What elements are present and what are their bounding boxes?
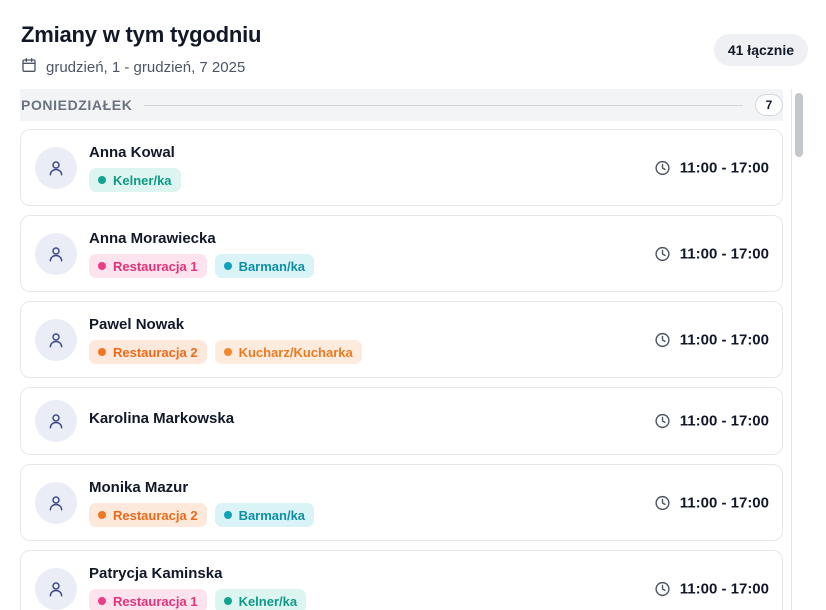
shift-time-text: 11:00 - 17:00 <box>679 412 769 430</box>
calendar-icon <box>21 57 37 77</box>
tag-badge: Kelner/ka <box>89 168 181 192</box>
tag-label: Barman/ka <box>238 507 306 523</box>
shift-time: 11:00 - 17:00 <box>654 245 769 262</box>
tag-label: Kelner/ka <box>113 172 172 188</box>
tag-label: Kelner/ka <box>238 593 298 609</box>
day-count-badge: 7 <box>755 94 783 116</box>
total-count-badge: 41 łącznie <box>713 34 808 66</box>
avatar <box>35 318 77 361</box>
user-icon <box>47 159 65 177</box>
shift-time: 11:00 - 17:00 <box>654 580 769 597</box>
user-icon <box>47 412 65 430</box>
tag-dot <box>223 597 232 605</box>
clock-icon <box>654 580 671 597</box>
user-icon <box>47 331 65 349</box>
shift-card[interactable]: Karolina Markowska 11:00 - 17:00 <box>20 387 783 455</box>
scroll-thumb[interactable] <box>795 93 803 157</box>
clock-icon <box>654 413 671 430</box>
shift-time-text: 11:00 - 17:00 <box>679 331 769 348</box>
tag-list: Restauracja 1 Kelner/ka <box>89 589 307 610</box>
tag-badge: Barman/ka <box>214 254 315 278</box>
avatar <box>35 481 77 524</box>
tag-list: Restauracja 2 Barman/ka <box>89 503 315 527</box>
tag-label: Restauracja 2 <box>113 507 198 523</box>
tag-dot <box>98 348 106 356</box>
tag-dot <box>98 262 106 270</box>
day-section-header[interactable]: PONIEDZIAŁEK 7 <box>20 89 783 121</box>
tag-badge: Kelner/ka <box>214 589 307 610</box>
shift-time-text: 11:00 - 17:00 <box>679 494 769 511</box>
tag-badge: Kucharz/Kucharka <box>214 340 362 364</box>
shift-time: 11:00 - 17:00 <box>654 494 769 511</box>
shift-time-text: 11:00 - 17:00 <box>679 580 769 597</box>
shift-card[interactable]: Patrycja Kaminska Restauracja 1 Kelner/ka 1… <box>20 550 783 610</box>
page-title: Zmiany w tym tygodniu <box>21 22 262 47</box>
tag-dot <box>223 511 232 519</box>
tag-list: Restauracja 2 Kucharz/Kucharka <box>89 340 362 364</box>
tag-dot <box>223 262 232 270</box>
clock-icon <box>654 331 671 348</box>
tag-list: Restauracja 1 Barman/ka <box>89 254 315 278</box>
employee-name: Monika Mazur <box>89 479 189 496</box>
tag-label: Restauracja 2 <box>113 344 198 360</box>
avatar <box>35 567 77 610</box>
tag-label: Kucharz/Kucharka <box>238 344 353 360</box>
shift-card[interactable]: Anna Morawiecka Restauracja 1 Barman/ka 11:… <box>20 215 783 292</box>
shift-time-text: 11:00 - 17:00 <box>679 159 769 176</box>
tag-dot <box>98 511 106 519</box>
employee-name: Anna Morawiecka <box>89 230 216 247</box>
clock-icon <box>654 159 671 176</box>
shift-time: 11:00 - 17:00 <box>654 331 769 348</box>
day-label: PONIEDZIAŁEK <box>21 97 133 113</box>
date-range: grudzień, 1 - grudzień, 7 2025 <box>21 57 245 77</box>
scrollbar[interactable] <box>791 89 807 610</box>
shift-card[interactable]: Pawel Nowak Restauracja 2 Kucharz/Kucharka… <box>20 301 783 378</box>
employee-name: Patrycja Kaminska <box>89 565 223 582</box>
shift-card[interactable]: Monika Mazur Restauracja 2 Barman/ka 11:00 … <box>20 464 783 541</box>
tag-label: Restauracja 1 <box>113 258 198 274</box>
tag-list: Kelner/ka <box>89 168 181 192</box>
shift-time-text: 11:00 - 17:00 <box>679 245 769 262</box>
avatar <box>35 232 77 275</box>
shift-card[interactable]: Anna Kowal Kelner/ka 11:00 - 17:00 <box>20 129 783 206</box>
shift-time: 11:00 - 17:00 <box>654 413 769 430</box>
scroll-track[interactable] <box>791 89 807 610</box>
tag-badge: Restauracja 1 <box>89 254 207 278</box>
tag-badge: Barman/ka <box>214 503 315 527</box>
clock-icon <box>654 245 671 262</box>
clock-icon <box>654 494 671 511</box>
divider <box>144 104 743 106</box>
employee-name: Pawel Nowak <box>89 316 185 333</box>
tag-dot <box>98 597 106 605</box>
tag-badge: Restauracja 2 <box>89 503 207 527</box>
employee-name: Anna Kowal <box>89 144 175 161</box>
tag-label: Restauracja 1 <box>113 593 198 609</box>
tag-badge: Restauracja 1 <box>89 589 207 610</box>
shift-time: 11:00 - 17:00 <box>654 159 769 176</box>
shift-list: Anna Kowal Kelner/ka 11:00 - 17:00 Anna Mor… <box>20 129 783 610</box>
avatar <box>35 146 77 189</box>
avatar <box>35 400 77 442</box>
page-header: Zmiany w tym tygodniu grudzień, 1 - grud… <box>21 22 808 78</box>
user-icon <box>47 580 65 598</box>
tag-badge: Restauracja 2 <box>89 340 207 364</box>
employee-name: Karolina Markowska <box>89 410 235 427</box>
tag-dot <box>223 348 232 356</box>
tag-label: Barman/ka <box>238 258 306 274</box>
user-icon <box>47 245 65 263</box>
date-range-text: grudzień, 1 - grudzień, 7 2025 <box>46 58 246 76</box>
user-icon <box>47 494 65 512</box>
tag-dot <box>98 176 106 184</box>
